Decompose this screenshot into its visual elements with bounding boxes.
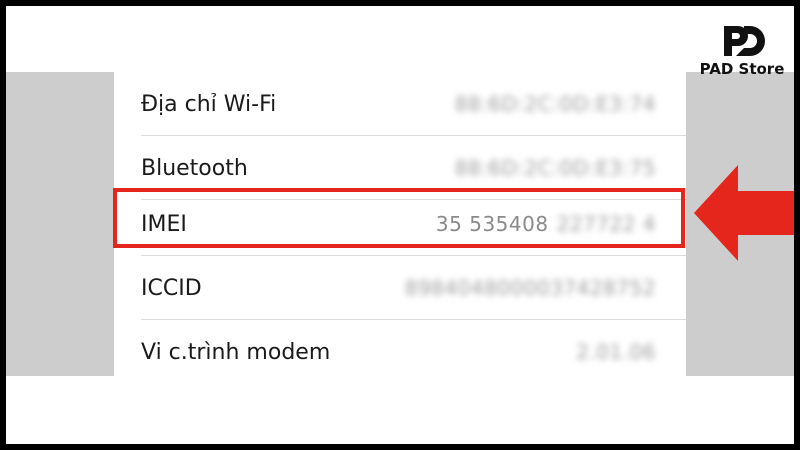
brand-logo: PAD Store [696, 22, 788, 84]
row-label: Địa chỉ Wi-Fi [141, 91, 277, 117]
row-label: ICCID [141, 275, 202, 301]
settings-row-iccid: ICCID 8984048000037428752 [114, 256, 686, 320]
row-label: Vi c.trình modem [141, 339, 331, 365]
row-value: 2.01.06 [576, 340, 656, 364]
left-side-panel [6, 72, 114, 376]
settings-row-modem-firmware: Vi c.trình modem 2.01.06 [114, 320, 686, 384]
red-arrow-icon [694, 165, 794, 261]
screenshot-frame: Địa chỉ Wi-Fi 88:6D:2C:0D:E3:74 Bluetoot… [6, 6, 794, 444]
brand-name: PAD Store [699, 60, 785, 78]
row-value: 88:6D:2C:0D:E3:74 [454, 92, 656, 116]
imei-highlight-box [113, 188, 685, 248]
settings-row-wifi-address: Địa chỉ Wi-Fi 88:6D:2C:0D:E3:74 [114, 72, 686, 136]
pad-logo-icon [724, 26, 765, 56]
row-value: 8984048000037428752 [404, 276, 656, 300]
